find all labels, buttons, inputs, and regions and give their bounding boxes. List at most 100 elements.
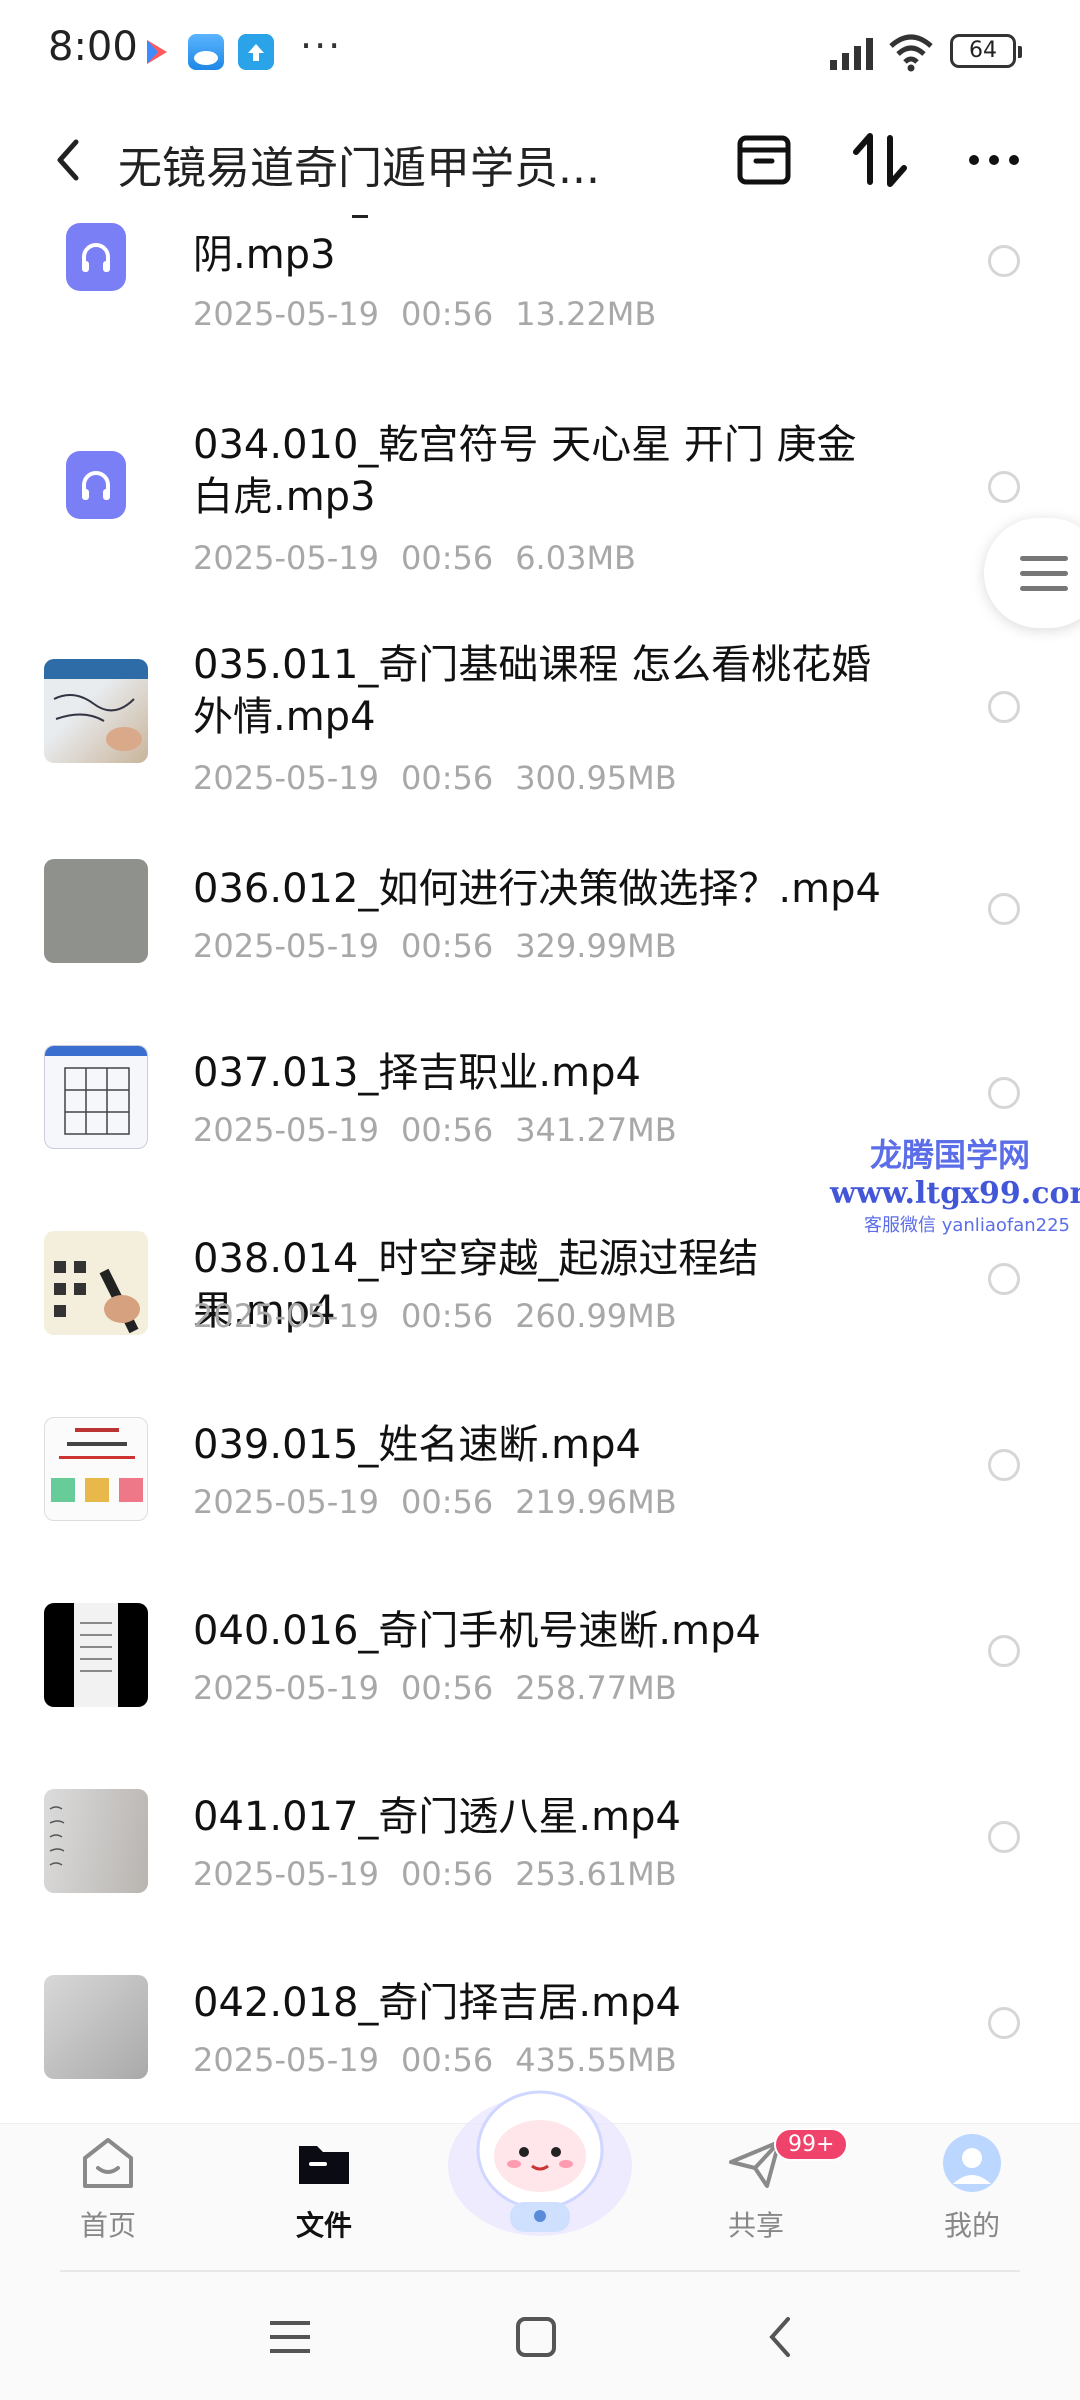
file-meta: 2025-05-19 00:56 260.99MB: [193, 1297, 699, 1335]
file-date: 2025-05-19: [193, 295, 379, 333]
file-meta: 2025-05-19 00:56 219.96MB: [193, 1483, 699, 1521]
header: 无镜易道奇门遁甲学员...: [0, 110, 1080, 210]
video-thumbnail: [44, 859, 148, 963]
weather-icon: [188, 34, 224, 70]
wifi-icon: [889, 34, 933, 72]
file-name: 042.018_奇门择吉居.mp4: [193, 1980, 681, 2026]
file-row[interactable]: 040.016_奇门手机号速断.mp4 2025-05-19 00:56 258.7…: [0, 1593, 1080, 1763]
file-meta: 2025-05-19 00:56 300.95MB: [193, 759, 699, 797]
more-icon[interactable]: [962, 128, 1026, 192]
audio-file-icon: [66, 223, 126, 291]
file-row[interactable]: 034.010_乾宫符号 天心星 开门 庚金 白虎.mp3 2025-05-19…: [0, 405, 1080, 605]
file-time: 00:56: [400, 539, 494, 577]
battery-indicator: 64: [950, 34, 1022, 68]
nav-item-share[interactable]: 99+ 共享: [686, 2128, 849, 2244]
file-name: 040.016_奇门手机号速断.mp4: [193, 1608, 761, 1654]
nav-label-files: 文件: [295, 2209, 352, 2242]
profile-icon: [943, 2134, 1001, 2192]
file-time: 00:56: [400, 295, 494, 333]
upload-icon: [238, 34, 274, 70]
file-size: 329.99MB: [515, 927, 677, 965]
file-size: 260.99MB: [515, 1297, 677, 1335]
file-date: 2025-05-19: [193, 1855, 379, 1893]
back-icon[interactable]: [754, 2309, 810, 2365]
file-row[interactable]: 阴.mp3 2025-05-19 00:56 13.22MB: [0, 215, 1080, 385]
file-time: 00:56: [400, 927, 494, 965]
file-name: 039.015_姓名速断.mp4: [193, 1422, 641, 1468]
select-radio[interactable]: [988, 245, 1020, 277]
select-radio[interactable]: [988, 1077, 1020, 1109]
file-date: 2025-05-19: [193, 1111, 379, 1149]
home-icon: [83, 2138, 133, 2188]
file-size: 6.03MB: [515, 539, 636, 577]
home-square-icon[interactable]: [508, 2309, 564, 2365]
file-date: 2025-05-19: [193, 927, 379, 965]
file-meta: 2025-05-19 00:56 258.77MB: [193, 1669, 699, 1707]
file-size: 13.22MB: [515, 295, 657, 333]
file-meta: 2025-05-19 00:56 253.61MB: [193, 1855, 699, 1893]
file-row[interactable]: 035.011_奇门基础课程 怎么看桃花婚外情.mp4 2025-05-19 00…: [0, 625, 1080, 835]
menu-icon[interactable]: [262, 2309, 318, 2365]
video-thumbnail: [44, 1231, 148, 1335]
file-name: 035.011_奇门基础课程 怎么看桃花婚外情.mp4: [193, 642, 872, 740]
divider: [60, 2270, 1020, 2272]
watermark-url: www.ltgx99.com: [830, 1176, 1080, 1211]
file-date: 2025-05-19: [193, 1483, 379, 1521]
select-radio[interactable]: [988, 691, 1020, 723]
file-row[interactable]: 041.017_奇门透八星.mp4 2025-05-19 00:56 253.61M…: [0, 1779, 1080, 1949]
back-arrow-icon[interactable]: [48, 132, 88, 188]
file-size: 219.96MB: [515, 1483, 677, 1521]
watermark: 龙腾国学网 www.ltgx99.com 客服微信 yanliaofan225: [830, 1130, 1080, 1237]
nav-label-share: 共享: [727, 2209, 784, 2242]
watermark-site-name: 龙腾国学网: [869, 1136, 1030, 1174]
status-bar: 8:00 ··· 64: [0, 0, 1080, 110]
watermark-contact: 客服微信 yanliaofan225: [864, 1215, 1070, 1236]
nav-label-me: 我的: [943, 2209, 1000, 2242]
file-row[interactable]: 039.015_姓名速断.mp4 2025-05-19 00:56 219.96MB: [0, 1407, 1080, 1577]
file-size: 258.77MB: [515, 1669, 677, 1707]
select-radio[interactable]: [988, 1635, 1020, 1667]
nav-item-files[interactable]: 文件: [254, 2132, 394, 2244]
status-time: 8:00: [48, 24, 138, 70]
file-row[interactable]: 036.012_如何进行决策做选择？.mp4 2025-05-19 00:56 32…: [0, 849, 1080, 1019]
nav-item-home[interactable]: 首页: [38, 2132, 178, 2244]
file-date: 2025-05-19: [193, 2041, 379, 2079]
signal-icon: [830, 38, 873, 70]
notification-badge: 99+: [774, 2128, 849, 2161]
select-radio[interactable]: [988, 1821, 1020, 1853]
assistant-mascot-icon[interactable]: [440, 2070, 640, 2240]
file-row[interactable]: 038.014_时空穿越_起源过程结果.mp4 2025-05-19 00:56 2…: [0, 1221, 1080, 1391]
video-thumbnail: [44, 1603, 148, 1707]
select-radio[interactable]: [988, 1263, 1020, 1295]
file-row[interactable]: 042.018_奇门择吉居.mp4 2025-05-19 00:56 435.55M…: [0, 1965, 1080, 2085]
nav-item-me[interactable]: 我的: [902, 2132, 1042, 2244]
file-meta: 2025-05-19 00:56 13.22MB: [193, 295, 678, 333]
file-time: 00:56: [400, 1855, 494, 1893]
system-nav-bar: [0, 2273, 1080, 2400]
file-time: 00:56: [400, 1483, 494, 1521]
more-notifications-icon: ···: [300, 24, 343, 68]
file-name: 036.012_如何进行决策做选择？.mp4: [193, 866, 881, 912]
audio-file-icon: [66, 451, 126, 519]
select-radio[interactable]: [988, 1449, 1020, 1481]
file-size: 341.27MB: [515, 1111, 677, 1149]
file-time: 00:56: [400, 1111, 494, 1149]
file-time: 00:56: [400, 1669, 494, 1707]
archive-icon[interactable]: [732, 128, 796, 192]
file-name: 阴.mp3: [193, 232, 336, 278]
video-thumbnail: [44, 659, 148, 763]
folder-icon: [299, 2146, 349, 2184]
sort-icon[interactable]: [848, 128, 912, 192]
select-radio[interactable]: [988, 471, 1020, 503]
file-meta: 2025-05-19 00:56 6.03MB: [193, 539, 658, 577]
file-date: 2025-05-19: [193, 1669, 379, 1707]
select-radio[interactable]: [988, 2007, 1020, 2039]
file-meta: 2025-05-19 00:56 329.99MB: [193, 927, 699, 965]
file-name: 034.010_乾宫符号 天心星 开门 庚金 白虎.mp3: [193, 422, 857, 520]
file-time: 00:56: [400, 1297, 494, 1335]
video-thumbnail: [44, 1975, 148, 2079]
select-radio[interactable]: [988, 893, 1020, 925]
video-thumbnail: [44, 1417, 148, 1521]
nav-label-home: 首页: [79, 2209, 136, 2242]
file-date: 2025-05-19: [193, 539, 379, 577]
